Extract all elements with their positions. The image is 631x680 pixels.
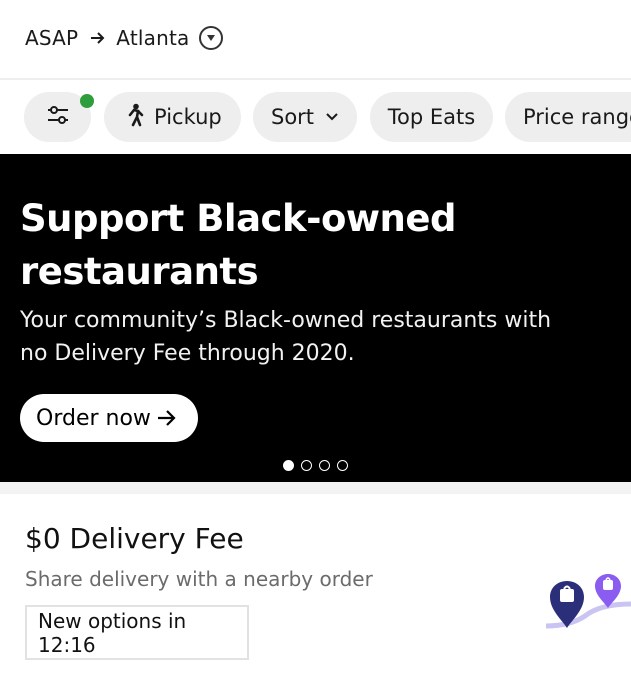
arrow-right-icon [157,409,177,427]
promo-title: $0 Delivery Fee [25,522,244,555]
carousel-dot[interactable] [301,460,312,471]
delivery-time-location[interactable]: ASAP Atlanta [25,23,224,53]
order-now-button[interactable]: Order now [20,394,198,442]
promo-banner[interactable]: Support Black-owned restaurants Your com… [0,154,631,482]
carousel-dot[interactable] [337,460,348,471]
arrow-right-icon [90,31,106,45]
sort-label: Sort [271,105,315,129]
price-range-chip[interactable]: Price range [505,92,631,142]
carousel-dot[interactable] [319,460,330,471]
carousel-dot[interactable] [283,460,294,471]
sliders-icon [46,103,70,132]
top-eats-chip[interactable]: Top Eats [370,92,493,142]
new-options-timer: New options in 12:16 [25,605,249,660]
walking-person-icon [124,103,146,132]
location-label[interactable]: Atlanta [116,26,189,50]
timer-label: New options in 12:16 [38,608,187,657]
filter-bar: Pickup Sort Top Eats Price range [0,80,631,154]
active-filter-indicator [80,94,94,108]
banner-title: Support Black-owned restaurants [20,197,456,293]
pickup-label: Pickup [154,105,222,129]
sort-chip[interactable]: Sort [253,92,357,142]
chevron-down-circle-icon[interactable] [199,26,224,50]
delivery-route-pins-icon [540,564,631,638]
price-range-label: Price range [523,105,631,129]
pickup-chip[interactable]: Pickup [104,92,241,142]
delivery-time-label[interactable]: ASAP [25,26,78,50]
banner-subtitle: Your community’s Black-owned restaurants… [20,308,552,366]
chevron-down-icon [326,113,338,121]
promo-subtitle: Share delivery with a nearby order [25,567,373,591]
delivery-fee-promo[interactable]: $0 Delivery Fee Share delivery with a ne… [0,494,631,680]
order-now-label: Order now [36,405,151,431]
top-header: ASAP Atlanta [0,0,631,80]
section-divider [0,482,631,494]
carousel-indicator [283,460,348,471]
top-eats-label: Top Eats [387,105,476,129]
